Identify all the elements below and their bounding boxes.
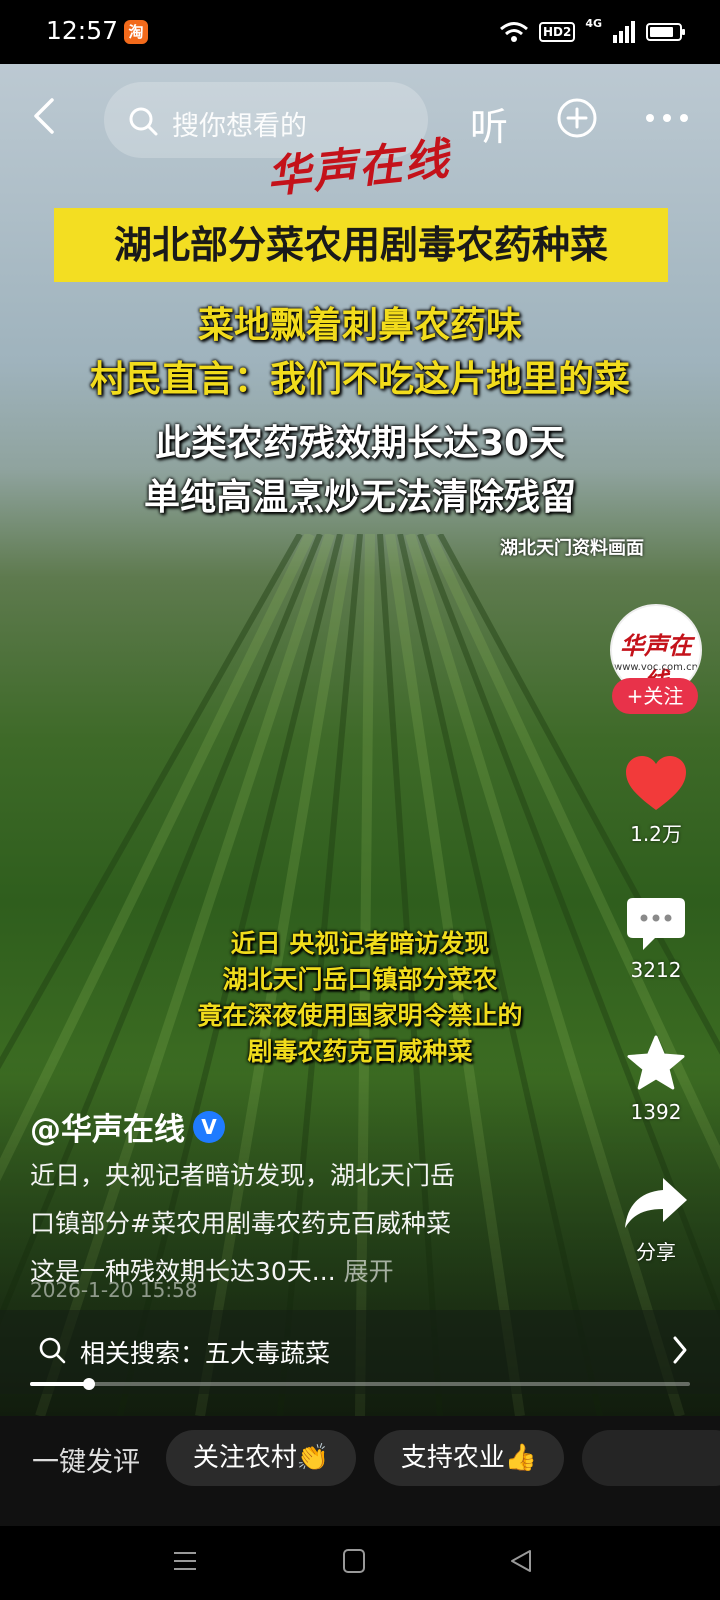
post-description[interactable]: 近日，央视记者暗访发现，湖北天门岳 口镇部分#菜农用剧毒农药克百威种菜 这是一种…	[30, 1152, 590, 1296]
search-placeholder: 搜你想看的	[172, 111, 307, 142]
wifi-icon	[499, 22, 528, 42]
progress-fill	[30, 1382, 90, 1386]
back-triangle-icon[interactable]	[508, 1548, 534, 1574]
system-nav-bar	[0, 1526, 720, 1600]
like-button[interactable]: 1.2万	[606, 754, 706, 847]
description-line: 近日，央视记者暗访发现，湖北天门岳	[30, 1161, 456, 1190]
post-date: 2026-1-20 15:58	[30, 1278, 198, 1302]
add-icon[interactable]	[555, 96, 599, 140]
share-icon	[625, 1178, 687, 1228]
subtitle-line-2: 村民直言：我们不吃这片地里的菜	[89, 359, 630, 400]
home-icon[interactable]	[342, 1548, 366, 1574]
star-icon	[627, 1035, 685, 1090]
favorite-count: 1392	[630, 1100, 682, 1124]
related-search-text: 相关搜索：五大毒蔬菜	[80, 1339, 331, 1368]
signal-label: 4G	[585, 17, 602, 30]
description-line: 口镇部分#菜农用剧毒农药克百威种菜	[30, 1209, 451, 1238]
quick-comment-bar: 一键发评 关注农村👏 支持农业👍	[0, 1416, 720, 1526]
search-icon	[129, 107, 158, 136]
hd-badge: HD2	[538, 22, 576, 42]
comment-button[interactable]: 3212	[606, 896, 706, 982]
follow-button[interactable]: +关注	[612, 678, 698, 714]
chevron-right-icon	[673, 1336, 687, 1364]
expand-link[interactable]: 展开	[344, 1257, 394, 1286]
like-count: 1.2万	[630, 822, 682, 846]
verified-badge-icon: V	[193, 1110, 225, 1143]
quick-comment-label: 一键发评	[32, 1447, 140, 1478]
status-icons: HD2 4G	[499, 17, 685, 46]
comment-chip-partial[interactable]	[582, 1430, 720, 1486]
info-line-1: 此类农药残效期长达30天	[154, 423, 566, 464]
comment-icon	[627, 898, 685, 950]
author-name-row[interactable]: @华声在线 V	[30, 1104, 225, 1149]
share-button[interactable]: 分享	[606, 1174, 706, 1265]
field-caption-line: 竟在深夜使用国家明令禁止的	[197, 1001, 523, 1030]
video-headline: 湖北部分菜农用剧毒农药种菜	[113, 223, 608, 267]
comment-chip-support-agriculture[interactable]: 支持农业👍	[374, 1430, 564, 1486]
favorite-button[interactable]: 1392	[606, 1034, 706, 1124]
heart-icon	[626, 756, 686, 810]
author-name: @华声在线	[30, 1112, 185, 1148]
comment-count: 3212	[630, 958, 682, 982]
status-time: 12:57	[46, 16, 119, 45]
info-line-2: 单纯高温烹炒无法清除残留	[143, 477, 576, 518]
signal-icon	[613, 21, 635, 43]
source-tag: 湖北天门资料画面	[500, 538, 644, 559]
more-icon[interactable]	[642, 96, 692, 140]
battery-icon	[646, 23, 685, 41]
share-label: 分享	[636, 1240, 676, 1264]
comment-chip-follow-rural[interactable]: 关注农村👏	[166, 1430, 356, 1486]
back-icon[interactable]	[24, 94, 68, 138]
taobao-app-icon: 淘	[124, 20, 148, 44]
menu-icon[interactable]	[172, 1548, 198, 1574]
avatar-url: www.voc.com.cn	[614, 662, 698, 673]
subtitle-line-1: 菜地飘着刺鼻农药味	[197, 305, 522, 346]
status-bar: 12:57 淘 HD2 4G	[0, 0, 720, 64]
listen-button[interactable]: 听	[470, 96, 508, 151]
playback-progress[interactable]	[30, 1378, 690, 1390]
video-player[interactable]: 搜你想看的 听 华声在线 湖北部分菜农用剧毒农药种菜 菜地飘着刺鼻农药味 村民直…	[0, 64, 720, 1416]
search-icon	[39, 1337, 66, 1364]
